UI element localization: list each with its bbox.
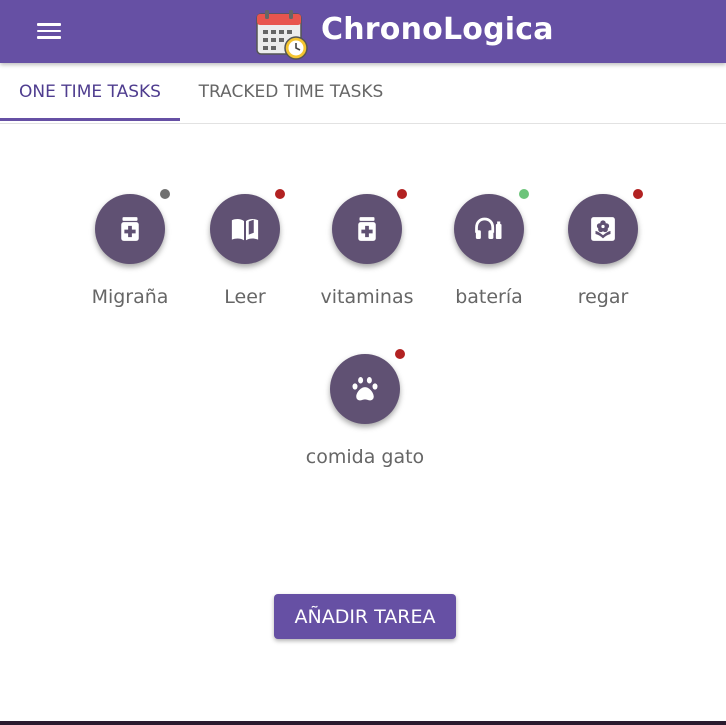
status-dot xyxy=(633,189,643,199)
task-vitaminas[interactable]: vitaminas xyxy=(297,189,437,308)
task-button[interactable] xyxy=(95,194,165,264)
menu-icon[interactable] xyxy=(37,21,61,41)
task-label: vitaminas xyxy=(320,286,414,308)
bottom-edge xyxy=(0,721,726,725)
status-dot xyxy=(397,189,407,199)
calendar-clock-logo-icon xyxy=(256,10,308,60)
tab-bar: ONE TIME TASKS TRACKED TIME TASKS xyxy=(0,63,726,124)
status-dot xyxy=(160,189,170,199)
task-leer[interactable]: Leer xyxy=(175,189,315,308)
task-regar[interactable]: regar xyxy=(533,189,673,308)
flower-pot-icon xyxy=(591,217,615,241)
tab-one-time-tasks[interactable]: ONE TIME TASKS xyxy=(0,63,180,123)
task-button[interactable] xyxy=(332,194,402,264)
task-button[interactable] xyxy=(454,194,524,264)
task-button[interactable] xyxy=(210,194,280,264)
task-comida-gato[interactable]: comida gato xyxy=(295,349,435,468)
active-tab-indicator xyxy=(0,118,180,121)
tab-tracked-time-tasks[interactable]: TRACKED TIME TASKS xyxy=(180,63,402,123)
task-label: regar xyxy=(577,286,629,308)
app-title: ChronoLogica xyxy=(321,12,554,47)
app-bar: ChronoLogica xyxy=(0,0,726,63)
medicine-bottle-icon xyxy=(358,217,376,241)
task-label: comida gato xyxy=(305,446,425,468)
task-button[interactable] xyxy=(330,354,400,424)
headphones-battery-icon xyxy=(475,217,502,239)
task-button[interactable] xyxy=(568,194,638,264)
medicine-bottle-icon xyxy=(121,217,139,241)
status-dot xyxy=(395,349,405,359)
paw-icon xyxy=(352,377,378,401)
task-label: Leer xyxy=(224,286,266,308)
status-dot xyxy=(519,189,529,199)
open-book-icon xyxy=(231,219,259,241)
add-task-button[interactable]: AÑADIR TAREA xyxy=(274,594,456,639)
status-dot xyxy=(275,189,285,199)
